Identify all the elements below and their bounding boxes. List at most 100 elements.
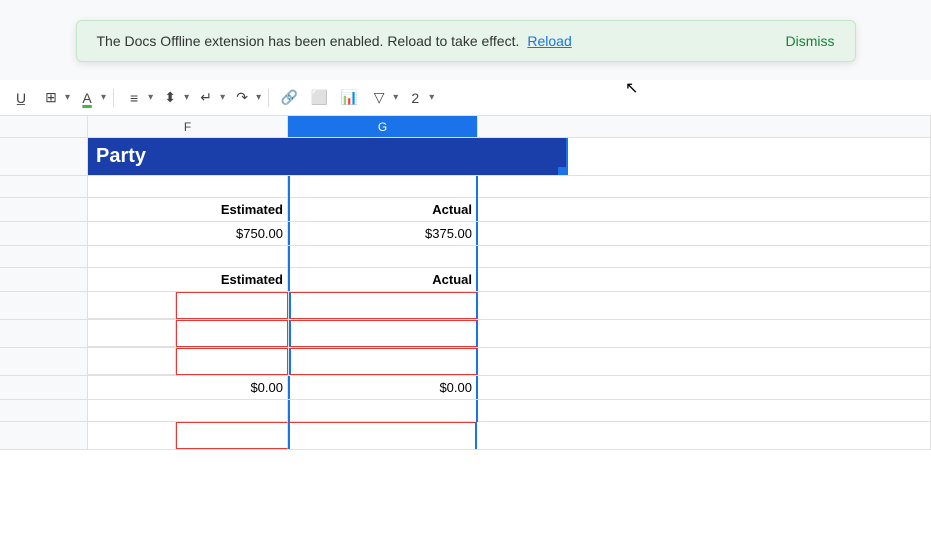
row-header-ri3 bbox=[0, 348, 88, 375]
total-rest bbox=[478, 376, 931, 399]
red-input-f-last[interactable] bbox=[176, 422, 288, 449]
party-rest-cell bbox=[568, 138, 931, 175]
borders-icon[interactable]: ⊞ bbox=[38, 85, 64, 111]
red-input-f-1[interactable] bbox=[176, 292, 288, 319]
party-title-cell[interactable]: Party bbox=[88, 138, 378, 175]
total-g[interactable]: $0.00 bbox=[288, 376, 478, 399]
reload-link[interactable]: Reload bbox=[527, 33, 571, 49]
est-rest-2 bbox=[478, 268, 931, 291]
bg-color-arrow: ▾ bbox=[101, 92, 106, 103]
row-header-gap1 bbox=[0, 176, 88, 197]
red-input-f-2[interactable] bbox=[176, 320, 288, 347]
party-title: Party bbox=[96, 145, 146, 168]
red-input-g-1[interactable] bbox=[289, 292, 478, 319]
wrap-icon[interactable]: ↵ bbox=[193, 85, 219, 111]
align-arrow: ▾ bbox=[148, 92, 153, 103]
align-toolbar-btn[interactable]: ≡ ▾ bbox=[121, 85, 153, 111]
valign-toolbar-btn[interactable]: ⬍ ▾ bbox=[157, 85, 189, 111]
row-header-party bbox=[0, 138, 88, 175]
column-headers: F G bbox=[0, 116, 931, 138]
row-header-val1 bbox=[0, 222, 88, 245]
stub-col-e-last bbox=[88, 422, 176, 449]
filter-icon[interactable]: ▽ bbox=[366, 85, 392, 111]
gap-g-3 bbox=[288, 400, 478, 422]
spreadsheet: F G Party Estimated Actual bbox=[0, 116, 931, 541]
red-rest-1 bbox=[478, 292, 931, 319]
value-row-1: $750.00 $375.00 bbox=[0, 222, 931, 246]
row-header-ri2 bbox=[0, 320, 88, 347]
underline-icon[interactable]: U̲ bbox=[8, 85, 34, 111]
gap-rest-2 bbox=[478, 246, 931, 268]
actual-label-1: Actual bbox=[288, 198, 478, 221]
notification-banner: The Docs Offline extension has been enab… bbox=[76, 20, 856, 62]
total-f[interactable]: $0.00 bbox=[88, 376, 288, 399]
rotate-arrow: ▾ bbox=[256, 92, 261, 103]
red-rest-3 bbox=[478, 348, 931, 375]
row-header-stub bbox=[0, 292, 88, 319]
col-header-g[interactable]: G bbox=[288, 116, 478, 137]
row-header-est2 bbox=[0, 268, 88, 291]
row-header-last bbox=[0, 422, 88, 449]
wrap-toolbar-btn[interactable]: ↵ ▾ bbox=[193, 85, 225, 111]
row-header-est1 bbox=[0, 198, 88, 221]
red-rest-2 bbox=[478, 320, 931, 347]
estimated-label-1: Estimated bbox=[88, 198, 288, 221]
est-rest-1 bbox=[478, 198, 931, 221]
party-row: Party bbox=[0, 138, 931, 176]
separator-1 bbox=[113, 89, 114, 107]
row-header-gap3 bbox=[0, 400, 88, 421]
filter-toolbar-btn[interactable]: ▽ ▾ bbox=[366, 85, 398, 111]
red-input-g-last[interactable] bbox=[288, 422, 477, 449]
party-g-cell[interactable] bbox=[378, 138, 568, 175]
gap-f-3 bbox=[88, 400, 288, 422]
col-header-f[interactable]: F bbox=[88, 116, 288, 137]
gap-f-1 bbox=[88, 176, 288, 198]
red-input-row-stub bbox=[0, 292, 931, 320]
gap-f-2 bbox=[88, 246, 288, 268]
rotate-icon[interactable]: ↷ bbox=[229, 85, 255, 111]
last-rest bbox=[477, 422, 931, 449]
gap-rest-1 bbox=[478, 176, 931, 198]
row-header-gap2 bbox=[0, 246, 88, 267]
freeze-icon[interactable]: 2 bbox=[402, 85, 428, 111]
estimated-label-2: Estimated bbox=[88, 268, 288, 291]
freeze-toolbar-btn[interactable]: 2 ▾ bbox=[402, 85, 434, 111]
estimated-value-1[interactable]: $750.00 bbox=[88, 222, 288, 245]
wrap-arrow: ▾ bbox=[220, 92, 225, 103]
chart-icon[interactable]: 📊 bbox=[336, 85, 362, 111]
rows-container: Party Estimated Actual $750.00 $375.00 bbox=[0, 138, 931, 450]
row-header-total bbox=[0, 376, 88, 399]
stub-col-e bbox=[88, 292, 176, 319]
filter-arrow: ▾ bbox=[393, 92, 398, 103]
comment-icon[interactable]: ⬜ bbox=[306, 85, 332, 111]
gap-row-3 bbox=[0, 400, 931, 422]
notification-message: The Docs Offline extension has been enab… bbox=[97, 33, 520, 49]
red-input-row-3 bbox=[0, 348, 931, 376]
align-icon[interactable]: ≡ bbox=[121, 85, 147, 111]
estimated-actual-row-2: Estimated Actual bbox=[0, 268, 931, 292]
borders-toolbar-btn[interactable]: ⊞ ▾ bbox=[38, 85, 70, 111]
gap-g-1 bbox=[288, 176, 478, 198]
red-input-row-2 bbox=[0, 320, 931, 348]
toolbar: U̲ ⊞ ▾ A ▾ ≡ ▾ ⬍ ▾ ↵ ▾ ↷ ▾ 🔗 ⬜ 📊 ▽ ▾ 2 ▾ bbox=[0, 80, 931, 116]
underline-toolbar-btn[interactable]: U̲ bbox=[8, 85, 34, 111]
freeze-arrow: ▾ bbox=[429, 92, 434, 103]
red-input-f-3[interactable] bbox=[176, 348, 288, 375]
separator-2 bbox=[268, 89, 269, 107]
corner-cell bbox=[0, 116, 88, 137]
red-input-g-2[interactable] bbox=[289, 320, 478, 347]
dismiss-button[interactable]: Dismiss bbox=[786, 33, 835, 49]
borders-arrow: ▾ bbox=[65, 92, 70, 103]
gap-rest-3 bbox=[478, 400, 931, 422]
actual-value-1[interactable]: $375.00 bbox=[288, 222, 478, 245]
background-color-icon[interactable]: A bbox=[74, 85, 100, 111]
val-rest-1 bbox=[478, 222, 931, 245]
gap-row-1 bbox=[0, 176, 931, 198]
bg-color-toolbar-btn[interactable]: A ▾ bbox=[74, 85, 106, 111]
valign-arrow: ▾ bbox=[184, 92, 189, 103]
rotate-toolbar-btn[interactable]: ↷ ▾ bbox=[229, 85, 261, 111]
red-input-g-3[interactable] bbox=[289, 348, 478, 375]
valign-icon[interactable]: ⬍ bbox=[157, 85, 183, 111]
stub-col-e-3 bbox=[88, 348, 176, 375]
link-icon[interactable]: 🔗 bbox=[276, 85, 302, 111]
